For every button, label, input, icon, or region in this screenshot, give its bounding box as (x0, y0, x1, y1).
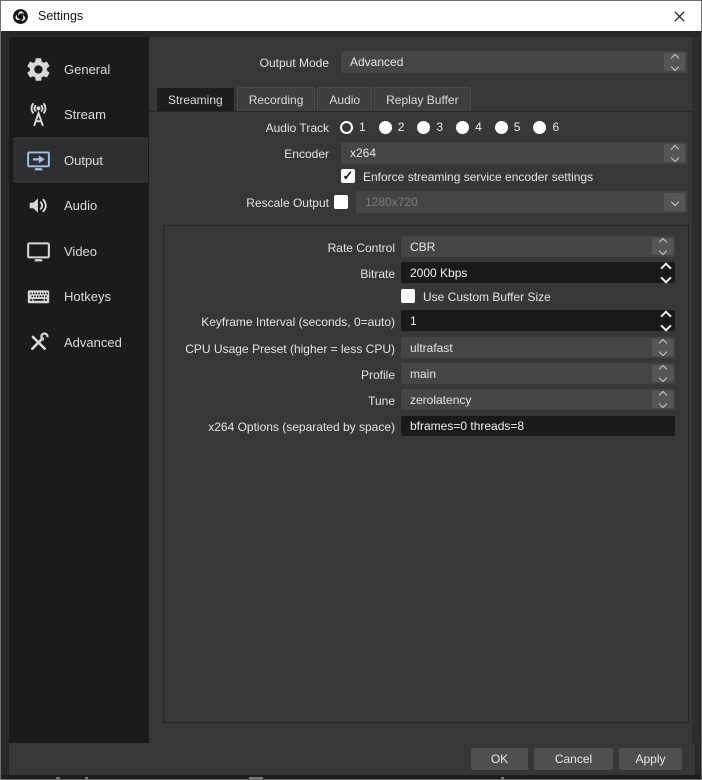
radio-icon (379, 121, 392, 134)
cpu-preset-label: CPU Usage Preset (higher = less CPU) (171, 342, 395, 356)
tune-value: zerolatency (410, 393, 471, 407)
radio-icon (533, 121, 546, 134)
tools-icon (23, 329, 53, 356)
sidebar-item-output[interactable]: Output (13, 137, 148, 183)
tab-recording[interactable]: Recording (237, 87, 316, 111)
tab-underline (149, 111, 692, 112)
keyframe-interval-input[interactable]: 1 (401, 310, 675, 331)
settings-sidebar: General Stream O (9, 37, 149, 743)
close-button[interactable] (657, 1, 701, 31)
sidebar-item-stream[interactable]: Stream (13, 91, 148, 137)
radio-icon (495, 121, 508, 134)
sidebar-item-video[interactable]: Video (13, 228, 148, 274)
cpu-preset-select[interactable]: ultrafast (401, 337, 675, 358)
sidebar-item-label: General (64, 62, 110, 77)
broadcast-icon (23, 101, 53, 128)
output-mode-label: Output Mode (151, 56, 329, 70)
encoder-value: x264 (350, 146, 376, 160)
output-tab-bar: Streaming Recording Audio Replay Buffer (156, 87, 471, 111)
sidebar-item-label: Hotkeys (64, 289, 111, 304)
ok-button[interactable]: OK (471, 748, 528, 770)
dropdown-chevron-icon[interactable] (664, 193, 685, 211)
audio-track-radio-group: 1 2 3 4 5 6 (340, 120, 559, 134)
sidebar-item-general[interactable]: General (13, 46, 148, 92)
combo-spinner-icon[interactable] (664, 53, 685, 71)
combo-spinner-icon[interactable] (652, 339, 673, 356)
profile-select[interactable]: main (401, 363, 675, 384)
radio-icon (456, 121, 469, 134)
sidebar-item-advanced[interactable]: Advanced (13, 319, 148, 365)
sidebar-item-label: Output (64, 153, 103, 168)
audio-track-option-3[interactable]: 3 (417, 120, 443, 134)
vertical-scrollbar[interactable] (692, 37, 702, 743)
tab-streaming[interactable]: Streaming (156, 87, 235, 111)
combo-spinner-icon[interactable] (652, 238, 673, 255)
tune-select[interactable]: zerolatency (401, 389, 675, 410)
x264-options-label: x264 Options (separated by space) (171, 420, 395, 434)
audio-track-option-5[interactable]: 5 (495, 120, 521, 134)
speaker-icon (23, 192, 53, 219)
rescale-resolution-value: 1280x720 (365, 195, 418, 209)
apply-button[interactable]: Apply (619, 748, 682, 770)
audio-track-option-4[interactable]: 4 (456, 120, 482, 134)
output-mode-value: Advanced (350, 55, 403, 69)
audio-track-option-1[interactable]: 1 (340, 120, 366, 134)
settings-window: Settings General Stream (0, 0, 702, 780)
keyframe-interval-label: Keyframe Interval (seconds, 0=auto) (171, 315, 395, 329)
rate-control-label: Rate Control (171, 241, 395, 255)
output-mode-select[interactable]: Advanced (341, 51, 687, 73)
sidebar-item-label: Audio (64, 198, 97, 213)
obs-logo-icon (12, 8, 29, 25)
enforce-settings-checkbox[interactable] (341, 169, 355, 183)
radio-icon (417, 121, 430, 134)
spinbox-arrows-icon[interactable] (662, 310, 670, 331)
enforce-settings-label: Enforce streaming service encoder settin… (363, 170, 593, 184)
bitrate-input[interactable]: 2000 Kbps (401, 262, 675, 283)
sidebar-item-label: Stream (64, 107, 106, 122)
bitrate-label: Bitrate (171, 267, 395, 281)
sidebar-item-audio[interactable]: Audio (13, 182, 148, 228)
combo-spinner-icon[interactable] (664, 144, 685, 162)
combo-spinner-icon[interactable] (652, 391, 673, 408)
tune-label: Tune (171, 394, 395, 408)
rescale-output-label: Rescale Output (151, 196, 329, 210)
radio-selected-icon (340, 121, 353, 134)
profile-label: Profile (171, 368, 395, 382)
keyframe-interval-value: 1 (410, 314, 417, 328)
sidebar-item-label: Advanced (64, 335, 122, 350)
rate-control-value: CBR (410, 240, 435, 254)
rate-control-select[interactable]: CBR (401, 236, 675, 257)
audio-track-option-6[interactable]: 6 (533, 120, 559, 134)
encoder-label: Encoder (151, 147, 329, 161)
taskbar-sliver (1, 775, 702, 780)
gear-icon (23, 56, 53, 83)
rescale-resolution-select[interactable]: 1280x720 (356, 191, 687, 213)
custom-buffer-checkbox[interactable] (401, 289, 415, 303)
titlebar: Settings (1, 1, 701, 31)
combo-spinner-icon[interactable] (652, 365, 673, 382)
audio-track-label: Audio Track (151, 121, 329, 135)
tab-audio[interactable]: Audio (317, 87, 372, 111)
sidebar-item-hotkeys[interactable]: Hotkeys (13, 273, 148, 319)
rescale-output-checkbox[interactable] (334, 195, 348, 209)
custom-buffer-label: Use Custom Buffer Size (423, 290, 551, 304)
x264-options-input[interactable]: bframes=0 threads=8 (401, 416, 675, 436)
audio-track-option-2[interactable]: 2 (379, 120, 405, 134)
cancel-button[interactable]: Cancel (534, 748, 613, 770)
profile-value: main (410, 367, 436, 381)
spinbox-arrows-icon[interactable] (662, 262, 670, 283)
bitrate-value: 2000 Kbps (410, 266, 467, 280)
close-icon (673, 10, 686, 23)
cpu-preset-value: ultrafast (410, 341, 453, 355)
output-monitor-icon (23, 147, 53, 174)
keyboard-icon (23, 283, 53, 310)
x264-options-value: bframes=0 threads=8 (410, 419, 524, 433)
encoder-select[interactable]: x264 (341, 142, 687, 164)
monitor-icon (23, 238, 53, 265)
sidebar-item-label: Video (64, 244, 97, 259)
window-title: Settings (38, 9, 83, 23)
tab-replay-buffer[interactable]: Replay Buffer (374, 87, 471, 111)
